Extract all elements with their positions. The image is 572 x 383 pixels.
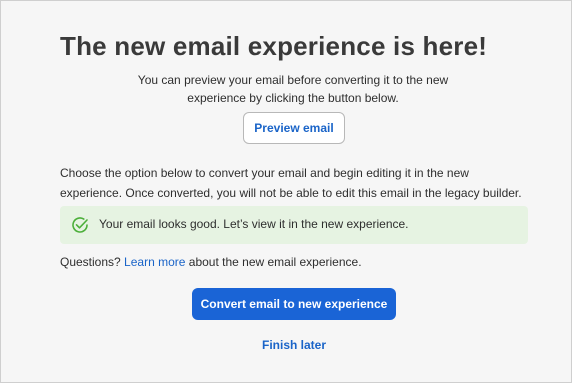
- check-circle-icon: [72, 217, 88, 233]
- convert-description: Choose the option below to convert your …: [60, 163, 540, 203]
- questions-prefix: Questions?: [60, 255, 121, 269]
- learn-more-link[interactable]: Learn more: [124, 255, 185, 269]
- finish-later-link[interactable]: Finish later: [192, 338, 396, 352]
- intro-text: You can preview your email before conver…: [61, 71, 525, 107]
- convert-email-button[interactable]: Convert email to new experience: [192, 288, 396, 320]
- preview-email-button[interactable]: Preview email: [243, 112, 345, 144]
- convert-description-line-1: Choose the option below to convert your …: [60, 166, 469, 180]
- dialog: The new email experience is here! You ca…: [0, 0, 572, 383]
- intro-line-1: You can preview your email before conver…: [137, 73, 449, 87]
- convert-description-line-2: experience. Once converted, you will not…: [60, 186, 522, 200]
- success-banner: Your email looks good. Let’s view it in …: [60, 206, 528, 244]
- questions-line: Questions? Learn more about the new emai…: [60, 253, 362, 271]
- intro-line-2: experience by clicking the button below.: [187, 91, 399, 105]
- questions-suffix: about the new email experience.: [188, 255, 362, 269]
- dialog-title: The new email experience is here!: [60, 31, 488, 61]
- success-message: Your email looks good. Let’s view it in …: [99, 217, 409, 231]
